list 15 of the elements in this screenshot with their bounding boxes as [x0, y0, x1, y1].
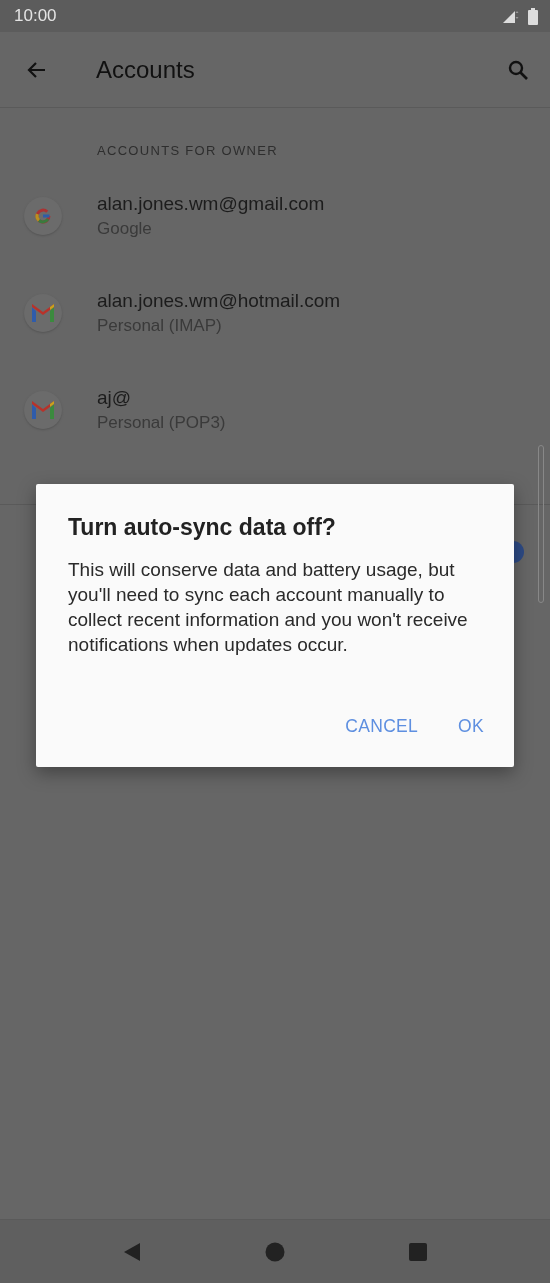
section-header: ACCOUNTS FOR OWNER [96, 142, 279, 160]
mail-m-icon [30, 399, 56, 420]
account-email: alan.jones.wm@gmail.com [97, 192, 325, 215]
dialog-button[interactable]: OK [444, 706, 498, 747]
dialog-button[interactable]: CANCEL [331, 706, 433, 747]
account-email: aj@ [97, 386, 133, 409]
mail-m-icon [30, 302, 56, 323]
account-email: alan.jones.wm@hotmail.com [97, 289, 341, 312]
battery-icon [528, 7, 538, 25]
recents-square-icon[interactable] [408, 1241, 429, 1262]
dialog-message: This will conserve data and battery usage, but you'll need to sync each account manually to collect recent information and you won't receive notifications when updates occur. [68, 558, 468, 657]
screen-title: Accounts [96, 55, 196, 84]
status-time: 10:00 [14, 6, 57, 26]
home-circle-icon[interactable] [265, 1241, 285, 1262]
dialog-title: Turn auto-sync data off? [68, 514, 337, 541]
